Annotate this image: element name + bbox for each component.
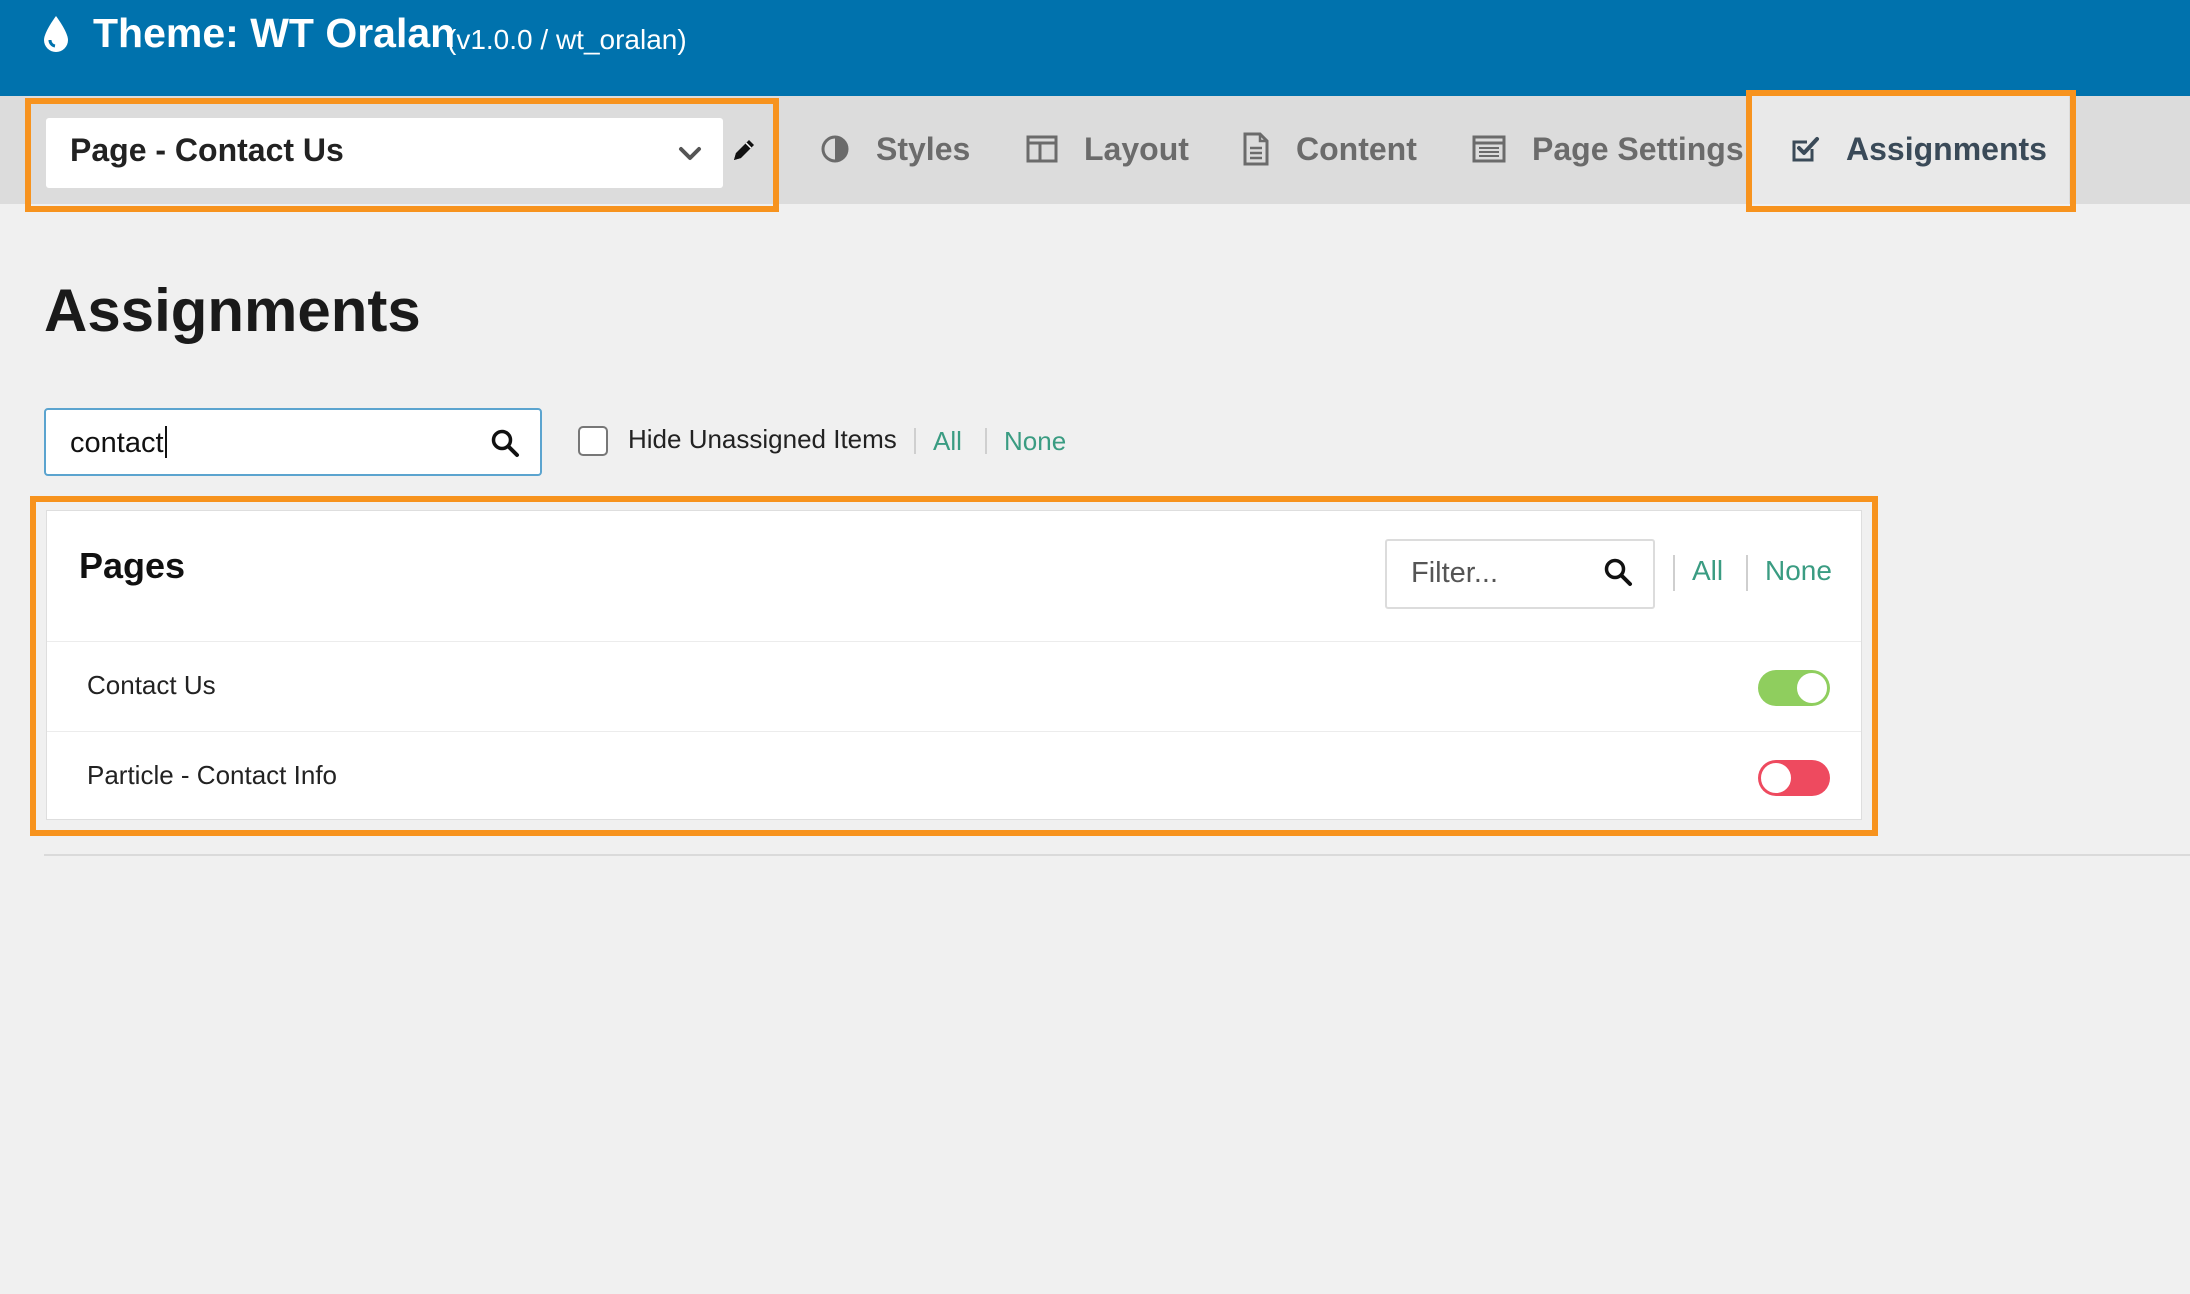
search-icon[interactable] [490,428,520,458]
separator [914,428,916,454]
separator [985,428,987,454]
select-all-link[interactable]: All [933,426,962,457]
document-icon [1243,132,1269,166]
divider [44,854,2190,856]
tab-styles-label: Styles [876,130,971,167]
half-circle-icon [821,135,849,163]
theme-header: Theme: WT Oralan (v1.0.0 / wt_oralan) [0,0,2190,96]
page-title: Assignments [44,277,421,344]
drop-icon [44,16,68,52]
search-input-value: contact [70,426,167,460]
hide-unassigned-checkbox[interactable] [578,426,608,456]
tab-layout-label: Layout [1084,130,1189,167]
search-input[interactable]: contact [44,408,542,476]
tab-content[interactable]: Content [1242,118,1417,180]
select-none-link[interactable]: None [1004,426,1066,457]
tab-styles[interactable]: Styles [820,118,970,180]
highlight-pages-panel [30,496,1878,836]
theme-version: (v1.0.0 / wt_oralan) [447,24,687,55]
tab-page-settings[interactable]: Page Settings [1472,118,1744,180]
tab-page-settings-label: Page Settings [1532,130,1744,167]
tab-content-label: Content [1296,130,1417,167]
hide-unassigned-label: Hide Unassigned Items [628,424,897,454]
page-settings-icon [1472,135,1506,163]
highlight-outline-selector [25,98,779,212]
layout-icon [1026,135,1058,163]
theme-title: Theme: WT Oralan [93,10,456,56]
tab-layout[interactable]: Layout [1026,118,1189,180]
highlight-assignments-tab [1746,90,2076,212]
